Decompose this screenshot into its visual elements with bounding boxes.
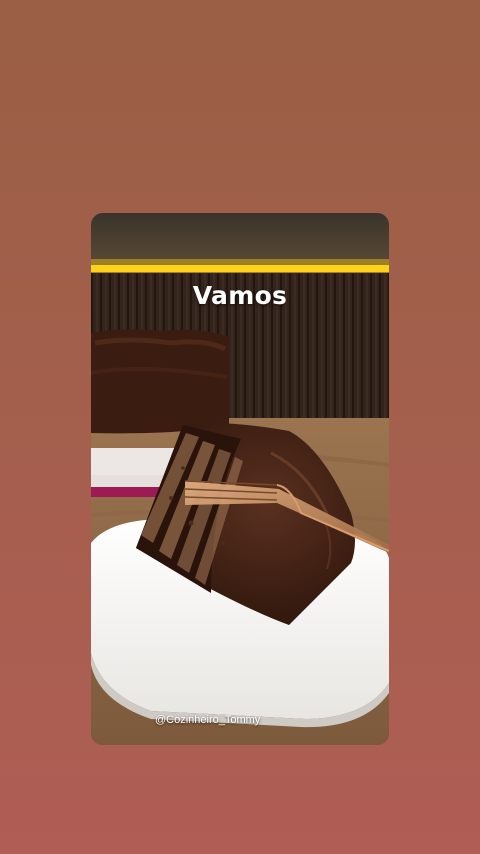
story-caption: Vamos [192, 281, 288, 310]
creator-watermark: @Cozinheiro_Tommy [155, 714, 261, 726]
story-media-card[interactable]: Vamos @Cozinheiro_Tommy [91, 213, 389, 745]
